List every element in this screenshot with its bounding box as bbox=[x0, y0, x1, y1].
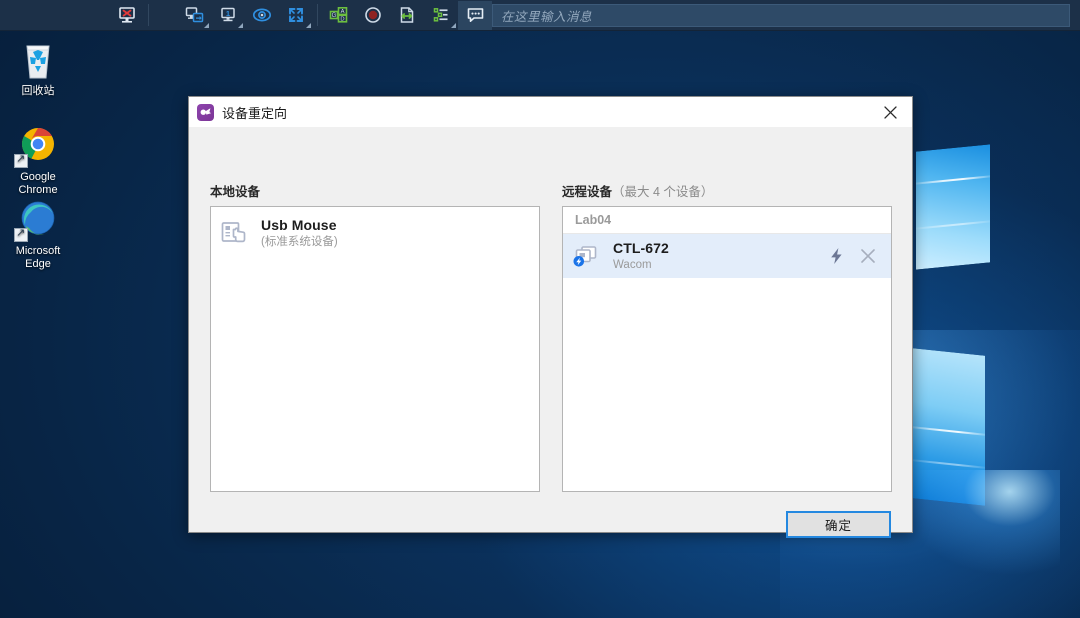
desktop-icon-google-chrome[interactable]: Google Chrome bbox=[2, 124, 74, 197]
desktop-icon-microsoft-edge[interactable]: Microsoft Edge bbox=[2, 198, 74, 271]
usb-mouse-icon bbox=[219, 218, 249, 248]
screen-root: 1 G A D 在这里输入消息 回收站 ↗ Google Chrome ↗ Mi… bbox=[0, 0, 1080, 618]
view-only-icon[interactable] bbox=[245, 1, 279, 30]
chevron-down-icon[interactable] bbox=[451, 22, 456, 28]
chat-toggle-icon[interactable] bbox=[458, 0, 492, 30]
local-devices-list[interactable]: Usb Mouse (标准系统设备) bbox=[210, 206, 540, 492]
remote-devices-header: 远程设备（最大 4 个设备） bbox=[562, 181, 713, 200]
shortcut-overlay-icon bbox=[14, 152, 28, 168]
chevron-down-icon[interactable] bbox=[204, 22, 209, 28]
settings-list-icon[interactable] bbox=[424, 1, 458, 30]
close-icon[interactable] bbox=[868, 97, 912, 127]
device-name: Usb Mouse bbox=[261, 217, 337, 234]
device-redirection-dialog: 设备重定向 本地设备 远程设备（最大 4 个设备） Usb Mouse (标准系… bbox=[188, 96, 913, 538]
record-icon[interactable] bbox=[356, 1, 390, 30]
row-actions bbox=[825, 245, 879, 267]
toolbar-separator bbox=[317, 4, 318, 26]
edge-icon bbox=[14, 198, 62, 242]
app-logo-icon bbox=[197, 103, 214, 121]
recycle-bin-icon bbox=[14, 38, 62, 82]
chevron-down-icon[interactable] bbox=[238, 22, 243, 28]
list-item-text: CTL-672 Wacom bbox=[613, 240, 825, 272]
windows-logo-pane-bottom bbox=[913, 348, 985, 506]
chat-message-input[interactable]: 在这里输入消息 bbox=[492, 3, 1070, 27]
desktop-icon-label-line2: Chrome bbox=[18, 184, 58, 196]
remote-device-icon bbox=[571, 241, 601, 271]
keyboard-map-icon[interactable]: G A D bbox=[322, 1, 356, 30]
desktop-icon-recycle-bin[interactable]: 回收站 bbox=[2, 38, 74, 98]
dialog-title: 设备重定向 bbox=[222, 105, 288, 121]
chat-input-placeholder: 在这里输入消息 bbox=[501, 9, 593, 24]
chrome-icon bbox=[14, 124, 62, 168]
remote-session-toolbar: 1 G A D 在这里输入消息 bbox=[0, 0, 1080, 31]
svg-text:1: 1 bbox=[226, 9, 231, 18]
single-monitor-icon[interactable]: 1 bbox=[211, 1, 245, 30]
list-item[interactable]: Usb Mouse (标准系统设备) bbox=[211, 211, 539, 255]
disconnect-session-icon[interactable] bbox=[110, 1, 144, 30]
list-item-text: Usb Mouse (标准系统设备) bbox=[261, 217, 531, 249]
chevron-down-icon[interactable] bbox=[306, 22, 311, 28]
multi-monitor-icon[interactable] bbox=[177, 1, 211, 30]
remove-device-button[interactable] bbox=[857, 245, 879, 267]
desktop-icon-label-line1: Google bbox=[20, 171, 56, 183]
device-group-header: Lab04 bbox=[563, 207, 891, 234]
desktop-icon-label-line2: Edge bbox=[25, 258, 51, 270]
svg-text:D: D bbox=[340, 17, 344, 23]
local-devices-header-text: 本地设备 bbox=[210, 185, 261, 199]
connect-bolt-button[interactable] bbox=[825, 245, 847, 267]
list-item[interactable]: CTL-672 Wacom bbox=[563, 234, 891, 278]
remote-devices-list[interactable]: Lab04 CTL-672 Wacom bbox=[562, 206, 892, 492]
fullscreen-icon[interactable] bbox=[279, 1, 313, 30]
device-name: CTL-672 bbox=[613, 240, 669, 257]
dialog-body: 本地设备 远程设备（最大 4 个设备） Usb Mouse (标准系统设备) L… bbox=[189, 127, 912, 538]
svg-text:A: A bbox=[341, 9, 345, 15]
dialog-titlebar: 设备重定向 bbox=[189, 97, 912, 127]
svg-text:G: G bbox=[332, 13, 337, 19]
remote-devices-header-text: 远程设备 bbox=[562, 185, 613, 199]
local-devices-header: 本地设备 bbox=[210, 181, 260, 200]
desktop-icon-label-line1: Microsoft bbox=[15, 245, 61, 257]
shortcut-overlay-icon bbox=[14, 226, 28, 242]
device-subtitle: (标准系统设备) bbox=[261, 235, 338, 248]
toolbar-separator bbox=[148, 4, 149, 26]
ok-button[interactable]: 确定 bbox=[786, 511, 891, 538]
device-subtitle: Wacom bbox=[613, 258, 652, 271]
remote-devices-header-note: （最大 4 个设备） bbox=[612, 185, 714, 199]
desktop-icon-label: 回收站 bbox=[21, 85, 55, 97]
windows-logo-pane-top bbox=[916, 144, 990, 270]
file-transfer-icon[interactable] bbox=[390, 1, 424, 30]
